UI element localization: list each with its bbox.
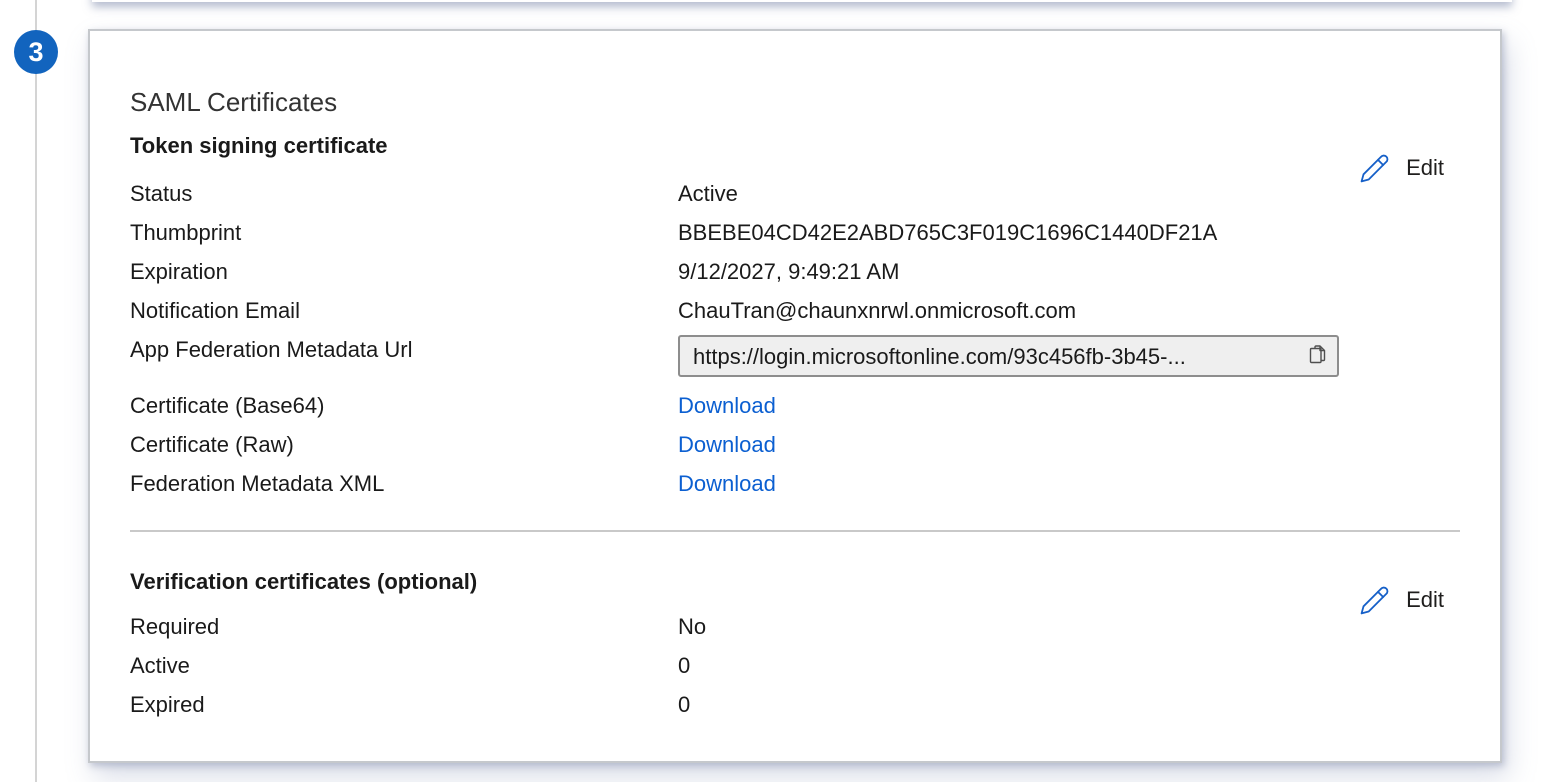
- field-row-app-federation-metadata-url: App Federation Metadata Url https://logi…: [130, 330, 1460, 386]
- metadata-url-value-cell: https://login.microsoftonline.com/93c456…: [678, 330, 1460, 377]
- field-row-active-count: Active 0: [130, 646, 1460, 685]
- field-label: Certificate (Base64): [130, 386, 678, 425]
- field-row-expired-count: Expired 0: [130, 685, 1460, 724]
- field-row-certificate-raw: Certificate (Raw) Download: [130, 425, 1460, 464]
- notification-email-value: ChauTran@chaunxnrwl.onmicrosoft.com: [678, 291, 1460, 330]
- previous-card-bottom-edge: [92, 0, 1512, 2]
- page-background: 3 SAML Certificates Token signing certif…: [0, 0, 1544, 782]
- verification-certificates-heading: Verification certificates (optional): [130, 567, 477, 597]
- download-cell: Download: [678, 386, 1460, 425]
- verification-fields: Required No Active 0 Expired 0: [130, 607, 1460, 724]
- metadata-url-text: https://login.microsoftonline.com/93c456…: [693, 337, 1186, 376]
- expiration-value: 9/12/2027, 9:49:21 AM: [678, 252, 1460, 291]
- required-value: No: [678, 607, 1460, 646]
- token-signing-heading: Token signing certificate: [130, 131, 388, 161]
- field-label: Certificate (Raw): [130, 425, 678, 464]
- field-label: Active: [130, 646, 678, 685]
- status-value: Active: [678, 174, 1460, 213]
- field-label: Required: [130, 607, 678, 646]
- metadata-url-readonly-field[interactable]: https://login.microsoftonline.com/93c456…: [678, 335, 1339, 377]
- field-label: Notification Email: [130, 291, 678, 330]
- field-label: Federation Metadata XML: [130, 464, 678, 503]
- field-row-expiration: Expiration 9/12/2027, 9:49:21 AM: [130, 252, 1460, 291]
- download-certificate-raw-link[interactable]: Download: [678, 432, 776, 457]
- download-certificate-base64-link[interactable]: Download: [678, 393, 776, 418]
- download-cell: Download: [678, 464, 1460, 503]
- field-label: Expiration: [130, 252, 678, 291]
- field-label: App Federation Metadata Url: [130, 330, 678, 369]
- field-row-status: Status Active: [130, 174, 1460, 213]
- field-row-certificate-base64: Certificate (Base64) Download: [130, 386, 1460, 425]
- copy-icon: [1306, 342, 1330, 371]
- field-row-thumbprint: Thumbprint BBEBE04CD42E2ABD765C3F019C169…: [130, 213, 1460, 252]
- expired-count-value: 0: [678, 685, 1460, 724]
- step-number: 3: [28, 37, 43, 68]
- copy-url-button[interactable]: [1306, 342, 1330, 371]
- thumbprint-value: BBEBE04CD42E2ABD765C3F019C1696C1440DF21A: [678, 213, 1460, 252]
- field-label: Status: [130, 174, 678, 213]
- step-number-badge: 3: [14, 30, 58, 74]
- token-signing-fields: Status Active Thumbprint BBEBE04CD42E2AB…: [130, 174, 1460, 503]
- active-count-value: 0: [678, 646, 1460, 685]
- download-cell: Download: [678, 425, 1460, 464]
- download-federation-metadata-xml-link[interactable]: Download: [678, 471, 776, 496]
- card-title: SAML Certificates: [130, 87, 337, 118]
- field-label: Thumbprint: [130, 213, 678, 252]
- saml-certificates-card: SAML Certificates Token signing certific…: [88, 29, 1502, 763]
- field-row-notification-email: Notification Email ChauTran@chaunxnrwl.o…: [130, 291, 1460, 330]
- step-connector-line: [35, 0, 37, 782]
- field-row-required: Required No: [130, 607, 1460, 646]
- field-label: Expired: [130, 685, 678, 724]
- section-divider: [130, 530, 1460, 532]
- field-row-federation-metadata-xml: Federation Metadata XML Download: [130, 464, 1460, 503]
